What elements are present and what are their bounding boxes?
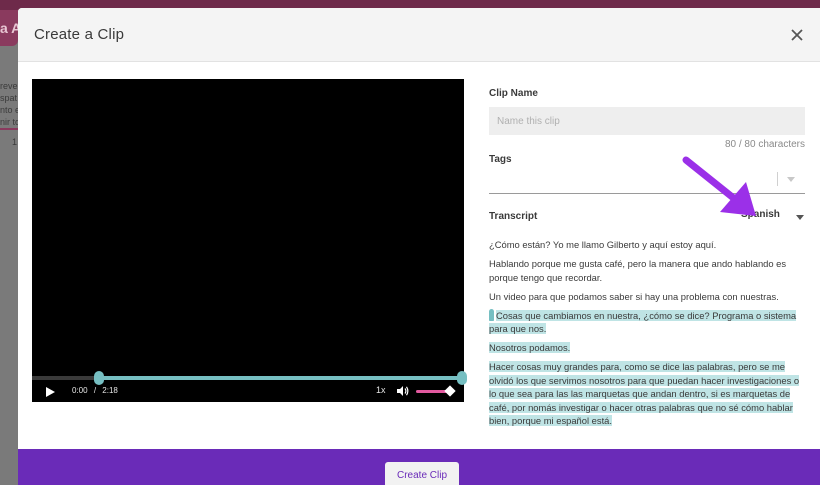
create-clip-button[interactable]: Create Clip <box>385 462 459 485</box>
play-icon <box>46 387 55 397</box>
transcript-text[interactable]: ¿Cómo están? Yo me llamo Gilberto y aquí… <box>489 238 807 433</box>
background-accent <box>0 128 18 130</box>
modal-footer: Create Clip <box>18 449 820 485</box>
transcript-label: Transcript <box>489 211 538 222</box>
close-button[interactable] <box>786 24 808 46</box>
background-text: reve spat nto e nir to 1 <box>0 81 18 147</box>
transcript-line[interactable]: Hablando porque me gusta café, pero la m… <box>489 257 807 284</box>
transcript-line[interactable]: ¿Cómo están? Yo me llamo Gilberto y aquí… <box>489 238 807 252</box>
time-separator: / <box>93 386 97 395</box>
clip-name-label: Clip Name <box>489 88 538 99</box>
volume-button[interactable] <box>396 384 410 398</box>
create-clip-modal: Create a Clip 0:00 / 2:18 1x Clip Name N… <box>18 8 820 485</box>
current-time: 0:00 <box>72 386 88 395</box>
char-count: 80 / 80 characters <box>724 139 805 150</box>
time-display: 0:00 / 2:18 <box>72 386 118 395</box>
player-controls: 0:00 / 2:18 1x <box>32 381 464 402</box>
volume-icon <box>397 386 409 396</box>
playback-speed-button[interactable]: 1x <box>376 385 386 395</box>
clip-range[interactable] <box>98 376 462 380</box>
transcript-line-selected[interactable]: Cosas que cambiamos en nuestra, ¿cómo se… <box>489 308 807 336</box>
transcript-line-selected[interactable]: Nosotros podamos. <box>489 341 807 355</box>
chevron-down-icon <box>796 215 804 220</box>
chevron-down-icon[interactable] <box>787 177 795 182</box>
tags-label: Tags <box>489 154 512 165</box>
selection-start-marker[interactable] <box>489 308 494 321</box>
volume-slider-handle[interactable] <box>444 385 456 397</box>
close-icon <box>791 29 803 41</box>
play-button[interactable] <box>44 385 56 397</box>
video-player[interactable]: 0:00 / 2:18 1x <box>32 79 467 402</box>
duration: 2:18 <box>102 386 118 395</box>
modal-title: Create a Clip <box>34 26 125 43</box>
arrow-icon <box>682 156 756 216</box>
background-title: a A <box>0 10 18 46</box>
transcript-line[interactable]: Un video para que podamos saber si hay u… <box>489 290 807 304</box>
tags-separator <box>777 172 778 186</box>
clip-name-input[interactable] <box>489 107 805 135</box>
modal-header: Create a Clip <box>18 8 820 62</box>
transcript-line-selected[interactable]: Hacer cosas muy grandes para, como se di… <box>489 360 807 428</box>
